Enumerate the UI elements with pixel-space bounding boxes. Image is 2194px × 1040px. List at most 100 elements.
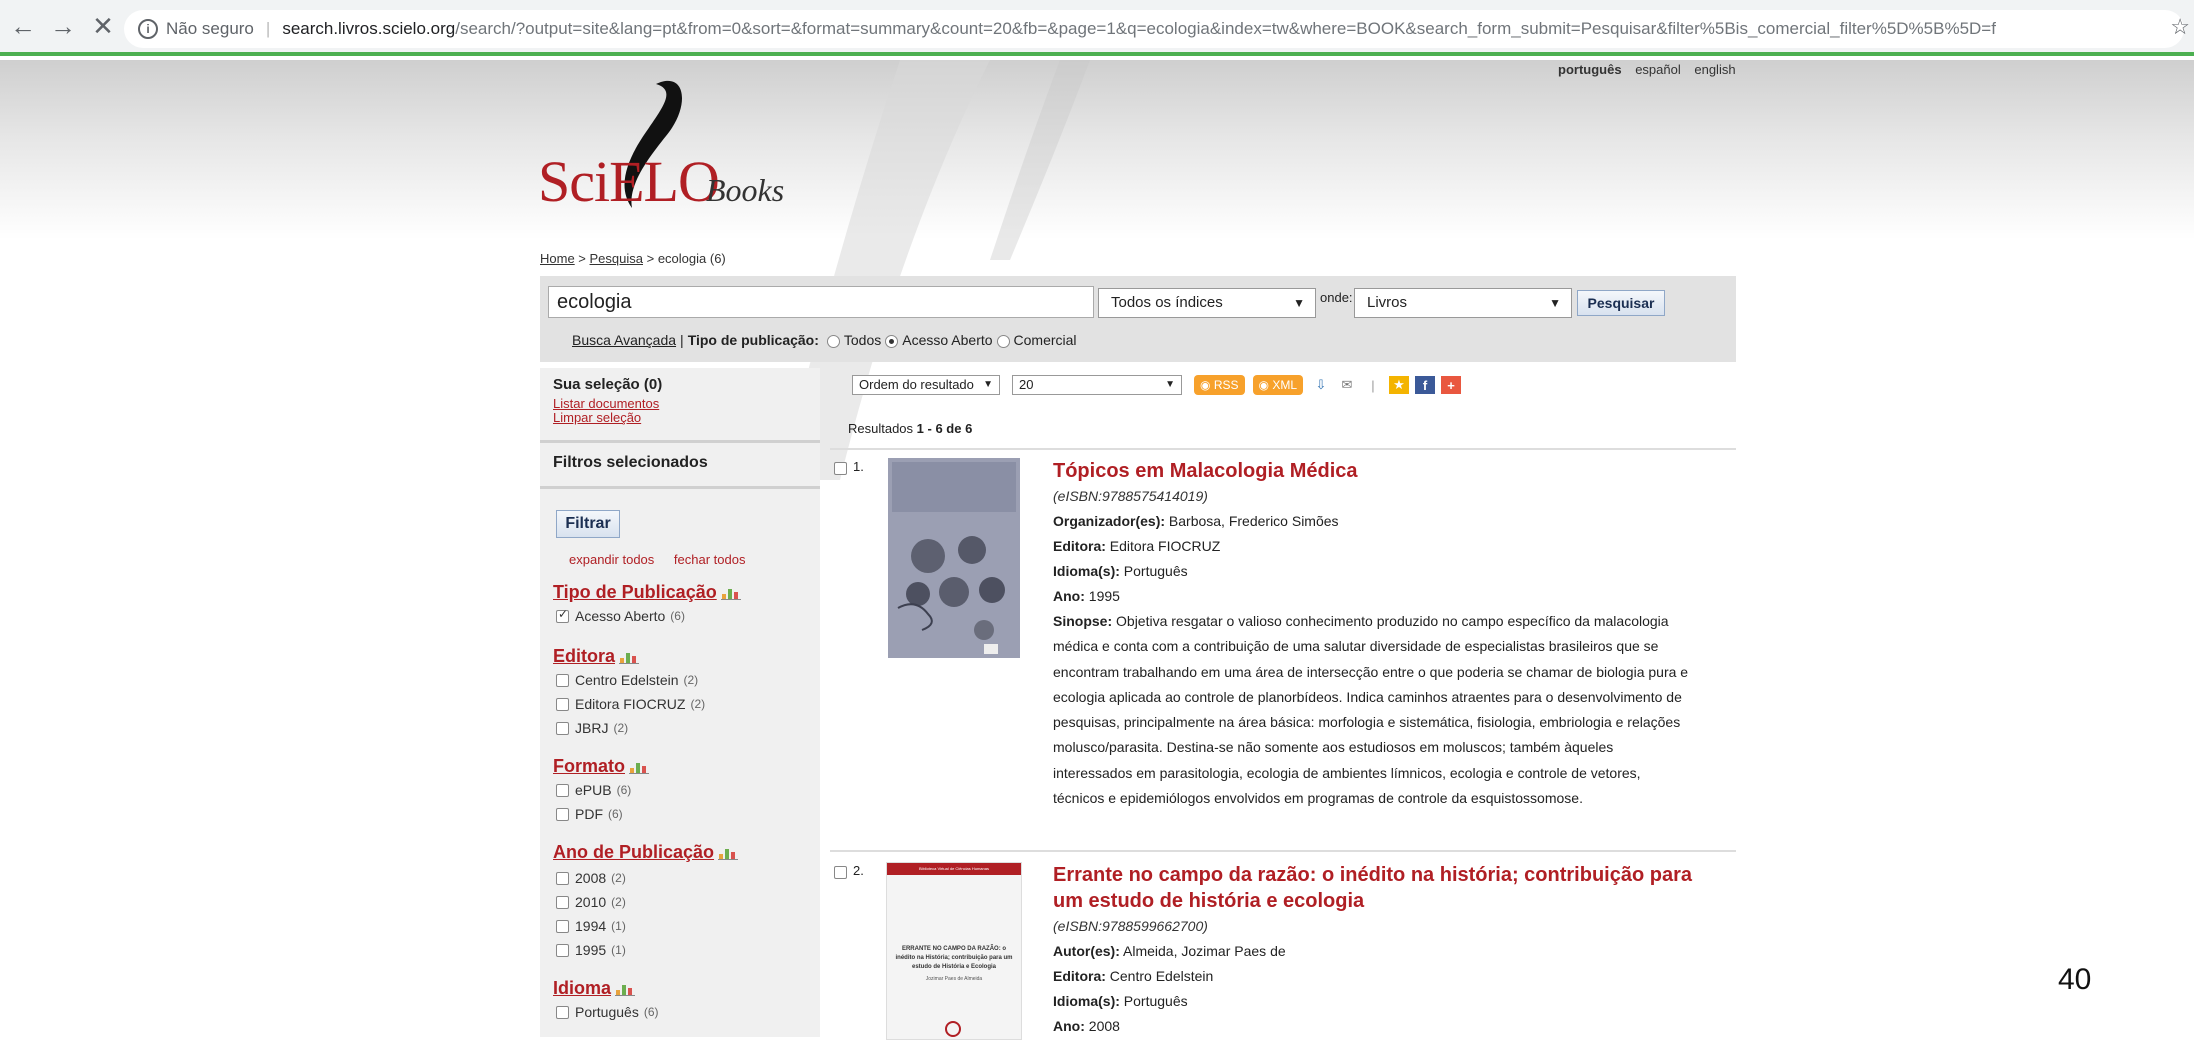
breadcrumb-search[interactable]: Pesquisa <box>590 251 643 266</box>
lang-portugues[interactable]: português <box>1558 62 1622 77</box>
sidebar-divider <box>540 486 820 489</box>
radio-todos[interactable] <box>826 334 840 348</box>
checkbox[interactable] <box>556 1005 569 1019</box>
language-label: Idioma(s): <box>1053 993 1120 1009</box>
facet-option[interactable]: 2008 (2) <box>556 870 626 886</box>
address-bar[interactable]: i Não seguro | search.livros.scielo.org /… <box>124 10 2184 48</box>
search-input[interactable]: ecologia <box>548 286 1094 318</box>
info-icon[interactable]: i <box>138 19 158 39</box>
stop-loading-icon[interactable]: ✕ <box>86 9 120 43</box>
share-plus-icon[interactable]: + <box>1441 376 1461 394</box>
facet-option-count: (6) <box>670 609 685 623</box>
year-value: 1995 <box>1088 588 1120 604</box>
result-year: Ano: 2008 <box>1053 1014 1693 1039</box>
checkbox[interactable] <box>556 895 569 909</box>
checkbox[interactable] <box>556 721 569 735</box>
facet-format[interactable]: Formato <box>553 756 649 777</box>
export-icon[interactable]: ⇩ <box>1311 376 1331 394</box>
forward-arrow-icon[interactable]: → <box>46 9 80 43</box>
result-isbn: (eISBN:9788575414019) <box>1053 488 1208 504</box>
favorite-star-icon[interactable]: ★ <box>1389 376 1409 394</box>
search-button[interactable]: Pesquisar <box>1577 290 1665 316</box>
chevron-down-icon: ▼ <box>1549 296 1561 310</box>
facet-option[interactable]: 1995 (1) <box>556 942 626 958</box>
xml-button[interactable]: ◉ XML <box>1252 375 1303 395</box>
checkbox[interactable] <box>834 866 847 879</box>
facet-option[interactable]: PDF (6) <box>556 806 623 822</box>
facet-option[interactable]: 1994 (1) <box>556 918 626 934</box>
scielo-books-logo[interactable]: SciELO Books <box>536 76 796 214</box>
checkbox[interactable] <box>556 697 569 711</box>
result-number: 1. <box>834 458 864 475</box>
advanced-search-link[interactable]: Busca Avançada <box>572 332 676 348</box>
facet-option[interactable]: Centro Edelstein (2) <box>556 672 698 688</box>
facet-option[interactable]: Português (6) <box>556 1004 659 1020</box>
checkbox[interactable] <box>556 607 569 623</box>
facet-option[interactable]: ePUB (6) <box>556 782 631 798</box>
chevron-down-icon: ▼ <box>1165 379 1175 390</box>
checkbox[interactable] <box>556 673 569 687</box>
organizer-value: Barbosa, Frederico Simões <box>1168 513 1339 529</box>
radio-acesso-aberto-label: Acesso Aberto <box>902 332 993 348</box>
checkbox[interactable] <box>556 783 569 797</box>
lang-espanol[interactable]: español <box>1635 62 1681 77</box>
cover-author-text: Jozimar Paes de Almeida <box>925 976 983 982</box>
results-range: 1 - 6 de 6 <box>916 421 973 436</box>
where-label: onde: <box>1320 290 1353 305</box>
result-title[interactable]: Errante no campo da razão: o inédito na … <box>1053 862 1693 914</box>
bar-chart-icon[interactable] <box>619 650 640 665</box>
language-selector: português español english <box>1548 62 1736 77</box>
book-cover-image[interactable]: Biblioteca Virtual de Ciências Humanas E… <box>886 862 1022 1040</box>
facet-option-label: ePUB <box>575 782 612 798</box>
radio-acesso-aberto[interactable] <box>885 334 899 348</box>
url-path: /search/?output=site&lang=pt&from=0&sort… <box>455 19 1996 38</box>
close-all-link[interactable]: fechar todos <box>674 552 746 567</box>
bar-chart-icon[interactable] <box>718 846 739 861</box>
count-select-value: 20 <box>1019 377 1034 392</box>
filter-button[interactable]: Filtrar <box>556 510 620 538</box>
book-cover-image[interactable] <box>888 458 1020 658</box>
organizer-label: Organizador(es): <box>1053 513 1166 529</box>
checkbox[interactable] <box>556 943 569 957</box>
checkbox[interactable] <box>834 462 847 475</box>
facet-option[interactable]: 2010 (2) <box>556 894 626 910</box>
email-icon[interactable]: ✉ <box>1337 376 1357 394</box>
year-label: Ano: <box>1053 1018 1085 1034</box>
order-select[interactable]: Ordem do resultado ▼ <box>852 375 1000 395</box>
breadcrumb-home[interactable]: Home <box>540 251 575 266</box>
index-select[interactable]: Todos os índices ▼ <box>1098 288 1316 318</box>
facet-year[interactable]: Ano de Publicação <box>553 842 739 863</box>
facet-option[interactable]: Editora FIOCRUZ (2) <box>556 696 705 712</box>
facet-option[interactable]: JBRJ (2) <box>556 720 628 736</box>
facet-title: Editora <box>553 646 616 666</box>
checkbox[interactable] <box>556 807 569 821</box>
bar-chart-icon[interactable] <box>615 982 636 997</box>
facet-publication-type[interactable]: Tipo de Publicação <box>553 582 741 603</box>
expand-all-link[interactable]: expandir todos <box>569 552 654 567</box>
divider-icon: | <box>1371 377 1375 393</box>
radio-comercial[interactable] <box>996 334 1010 348</box>
facet-option-label: 2010 <box>575 894 607 910</box>
list-documents-link[interactable]: Listar documentos <box>553 396 659 411</box>
rss-button[interactable]: ◉ RSS <box>1194 375 1245 395</box>
facet-option[interactable]: Acesso Aberto (6) <box>556 607 685 624</box>
bookmark-star-icon[interactable]: ☆ <box>2170 14 2190 40</box>
facebook-icon[interactable]: f <box>1415 376 1435 394</box>
bar-chart-icon[interactable] <box>629 760 649 775</box>
lang-english[interactable]: english <box>1694 62 1735 77</box>
publisher-label: Editora: <box>1053 538 1106 554</box>
clear-selection-link[interactable]: Limpar seleção <box>553 410 641 425</box>
facet-publisher[interactable]: Editora <box>553 646 640 667</box>
bar-chart-icon[interactable] <box>720 586 741 601</box>
back-arrow-icon[interactable]: ← <box>6 9 40 43</box>
checkbox[interactable] <box>556 871 569 885</box>
facet-language[interactable]: Idioma <box>553 978 636 999</box>
facet-option-label: Acesso Aberto <box>575 608 666 624</box>
checkbox[interactable] <box>556 919 569 933</box>
where-select-value: Livros <box>1367 294 1408 311</box>
result-title[interactable]: Tópicos em Malacologia Médica <box>1053 458 1693 484</box>
where-select[interactable]: Livros ▼ <box>1354 288 1572 318</box>
result-publisher: Editora: Editora FIOCRUZ <box>1053 534 1693 559</box>
count-select[interactable]: 20 ▼ <box>1012 375 1182 395</box>
result-number: 2. <box>834 862 864 879</box>
